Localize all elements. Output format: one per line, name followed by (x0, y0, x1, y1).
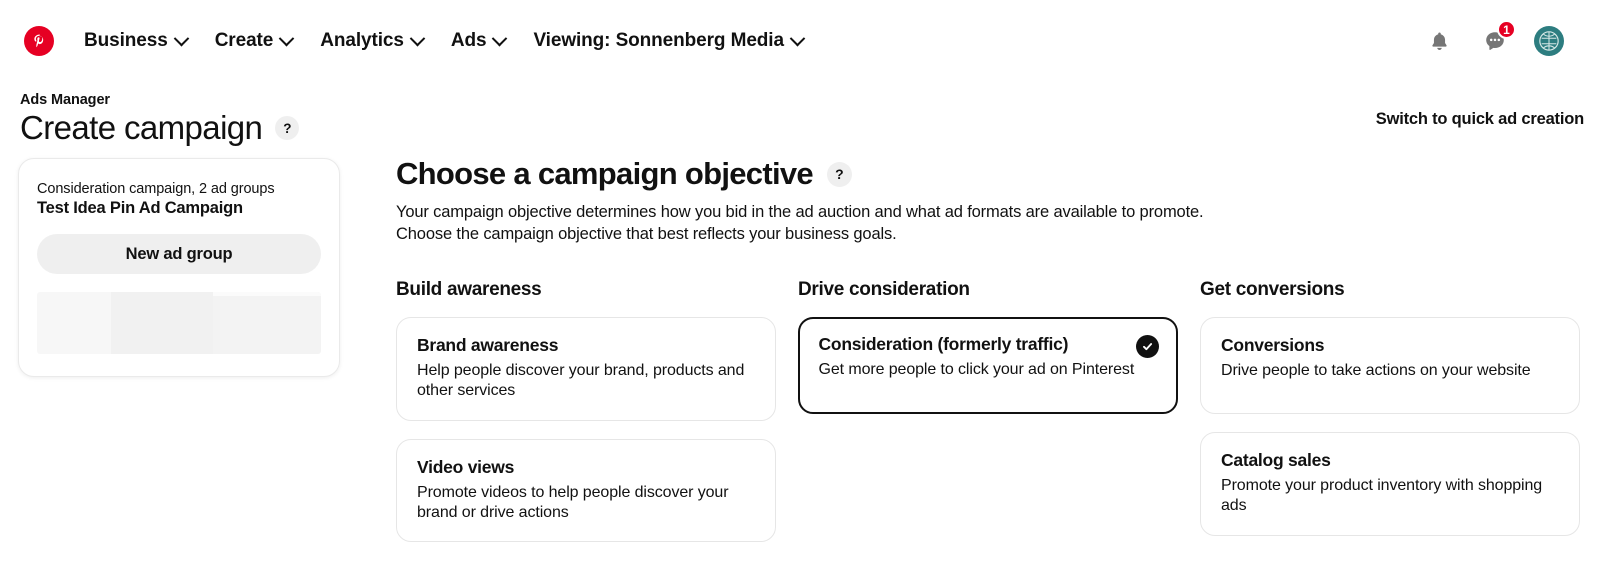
user-avatar-icon[interactable] (1534, 26, 1564, 56)
objective-card-video-views[interactable]: Video views Promote videos to help peopl… (396, 438, 776, 543)
section-help-icon[interactable]: ? (826, 161, 852, 187)
skeleton-segment-1 (37, 292, 112, 354)
chevron-down-icon (278, 30, 295, 46)
objective-card-description: Promote videos to help people discover y… (417, 483, 729, 521)
section-description-line-1: Your campaign objective determines how y… (396, 203, 1204, 221)
page-title: Create campaign (20, 109, 263, 146)
skeleton-segment-2 (111, 292, 213, 354)
column-heading-build-awareness: Build awareness (396, 278, 542, 300)
notifications-button[interactable] (1422, 24, 1456, 58)
objective-card-title: Video views (417, 456, 515, 477)
objective-card-consideration[interactable]: Consideration (formerly traffic) Get mor… (798, 316, 1178, 414)
nav-item-create-label: Create (214, 30, 274, 51)
column-heading-get-conversions: Get conversions (1200, 278, 1345, 300)
switch-to-quick-ad-creation-link[interactable]: Switch to quick ad creation (1376, 110, 1584, 129)
breadcrumb-ads-manager[interactable]: Ads Manager (20, 92, 1578, 108)
top-navigation-bar: Business Create Analytics Ads Viewing: S… (0, 0, 1600, 82)
objective-card-description: Help people discover your brand, product… (417, 361, 745, 400)
account-switcher-label: Viewing: Sonnenberg Media (533, 30, 784, 51)
new-ad-group-button[interactable]: New ad group (37, 234, 321, 274)
selected-check-icon (1136, 334, 1159, 358)
objective-column-drive-consideration: Drive consideration Consideration (forme… (798, 279, 1178, 560)
objective-column-get-conversions: Get conversions Conversions Drive people… (1200, 279, 1580, 560)
objective-card-catalog-sales[interactable]: Catalog sales Promote your product inven… (1200, 431, 1580, 536)
objective-card-title: Catalog sales (1221, 449, 1331, 470)
ad-group-loading-skeleton (37, 292, 321, 354)
messages-unread-badge: 1 (1497, 20, 1516, 39)
section-title-row: Choose a campaign objective ? (396, 156, 1580, 192)
nav-item-business[interactable]: Business (70, 24, 201, 58)
objective-card-description: Drive people to take actions on your web… (1221, 361, 1531, 379)
objective-card-title: Conversions (1221, 334, 1325, 355)
objective-column-build-awareness: Build awareness Brand awareness Help peo… (396, 279, 776, 560)
nav-item-analytics[interactable]: Analytics (306, 24, 437, 58)
section-description: Your campaign objective determines how y… (396, 202, 1580, 246)
skeleton-segment-3 (212, 292, 321, 354)
page-header: Ads Manager Create campaign ? Switch to … (0, 82, 1600, 156)
pinterest-logo-icon[interactable] (24, 26, 54, 56)
objective-columns: Build awareness Brand awareness Help peo… (396, 279, 1580, 560)
notifications-bell-icon (1431, 31, 1447, 50)
objective-card-conversions[interactable]: Conversions Drive people to take actions… (1200, 316, 1580, 414)
objective-card-description: Get more people to click your ad on Pint… (818, 361, 1135, 379)
nav-left-group: Business Create Analytics Ads Viewing: S… (24, 24, 817, 58)
page-help-icon[interactable]: ? (275, 116, 300, 141)
campaign-objective-section: Choose a campaign objective ? Your campa… (340, 156, 1600, 560)
column-heading-drive-consideration: Drive consideration (798, 278, 970, 300)
nav-item-business-label: Business (84, 30, 168, 51)
nav-item-ads[interactable]: Ads (437, 24, 520, 58)
nav-right-group: 1 (1422, 20, 1578, 58)
objective-card-description: Promote your product inventory with shop… (1221, 476, 1543, 515)
page-body: Consideration campaign, 2 ad groups Test… (0, 156, 1600, 560)
nav-item-create[interactable]: Create (201, 24, 307, 58)
messages-button[interactable]: 1 (1478, 20, 1516, 58)
account-switcher[interactable]: Viewing: Sonnenberg Media (519, 24, 817, 58)
nav-item-analytics-label: Analytics (320, 30, 404, 51)
chevron-down-icon (409, 30, 426, 46)
campaign-name-text: Test Idea Pin Ad Campaign (37, 199, 243, 217)
page-title-row: Create campaign ? (20, 109, 1578, 148)
section-description-line-2: Choose the campaign objective that best … (396, 224, 897, 243)
section-title: Choose a campaign objective (396, 156, 814, 191)
campaign-meta-text: Consideration campaign, 2 ad groups (37, 181, 275, 197)
nav-item-ads-label: Ads (450, 30, 487, 51)
objective-column-spacer (798, 432, 1178, 529)
campaign-summary-card: Consideration campaign, 2 ad groups Test… (18, 158, 340, 377)
chevron-down-icon (173, 30, 189, 46)
objective-card-title: Brand awareness (417, 334, 559, 355)
chevron-down-icon (789, 30, 806, 46)
objective-card-title: Consideration (formerly traffic) (818, 334, 1069, 355)
objective-card-brand-awareness[interactable]: Brand awareness Help people discover you… (396, 316, 776, 421)
chevron-down-icon (492, 30, 508, 46)
